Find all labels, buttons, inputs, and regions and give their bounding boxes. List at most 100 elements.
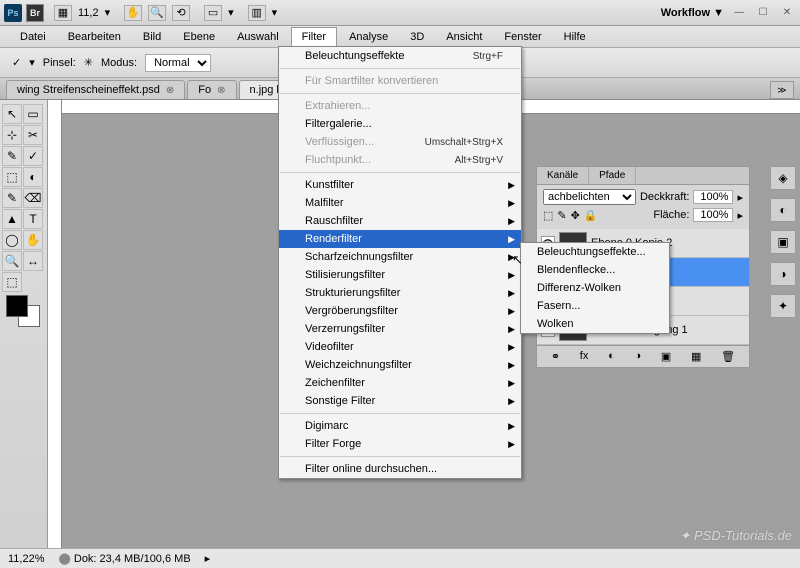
menu-bearbeiten[interactable]: Bearbeiten xyxy=(58,28,131,46)
tool-button[interactable]: ⊹ xyxy=(2,125,22,145)
menu-item-verzerrungsfilter[interactable]: Verzerrungsfilter▶ xyxy=(279,320,521,338)
brush-preset-icon[interactable]: ✳ xyxy=(84,56,93,69)
close-tab-icon[interactable]: ⊗ xyxy=(217,85,225,96)
submenu-item-blendenflecke-[interactable]: Blendenflecke... xyxy=(521,261,669,279)
menu-item-stilisierungsfilter[interactable]: Stilisierungsfilter▶ xyxy=(279,266,521,284)
menu-analyse[interactable]: Analyse xyxy=(339,28,398,46)
color-swatches[interactable] xyxy=(6,295,41,325)
menu-item-kunstfilter[interactable]: Kunstfilter▶ xyxy=(279,176,521,194)
arrange-icon[interactable]: ▥ xyxy=(248,5,266,21)
blend-mode-select[interactable]: Normal xyxy=(145,54,211,72)
link-layers-icon[interactable]: ⚭ xyxy=(551,350,560,363)
tool-button[interactable]: ✂ xyxy=(23,125,43,145)
submenu-item-fasern-[interactable]: Fasern... xyxy=(521,297,669,315)
photoshop-icon[interactable]: Ps xyxy=(4,4,22,22)
tool-button[interactable]: ↖ xyxy=(2,104,22,124)
blend-mode-select[interactable]: achbelichten xyxy=(543,189,636,205)
menu-ansicht[interactable]: Ansicht xyxy=(436,28,492,46)
document-tab[interactable]: wing Streifenscheineffekt.psd⊗ xyxy=(6,80,185,99)
workspace-selector[interactable]: Workflow ▼ xyxy=(661,7,724,19)
dropdown-icon[interactable]: ▾ xyxy=(272,6,278,19)
tool-button[interactable]: ↔ xyxy=(23,251,43,271)
tool-button[interactable]: ◯ xyxy=(2,230,22,250)
close-button[interactable]: ✕ xyxy=(778,6,796,20)
menu-3d[interactable]: 3D xyxy=(400,28,434,46)
group-icon[interactable]: ▣ xyxy=(661,350,671,363)
screen-mode-icon[interactable]: ▭ xyxy=(204,5,222,21)
menu-item-sonstige-filter[interactable]: Sonstige Filter▶ xyxy=(279,392,521,410)
status-arrow-icon[interactable]: ▸ xyxy=(205,552,211,565)
menu-auswahl[interactable]: Auswahl xyxy=(227,28,289,46)
bridge-icon[interactable]: Br xyxy=(26,4,44,22)
menu-item-renderfilter[interactable]: Renderfilter▶ xyxy=(279,230,521,248)
lock-position-icon[interactable]: ✥ xyxy=(571,209,580,222)
menu-ebene[interactable]: Ebene xyxy=(173,28,225,46)
menu-item-beleuchtungseffekte[interactable]: BeleuchtungseffekteStrg+F xyxy=(279,47,521,65)
minimize-button[interactable]: — xyxy=(730,6,748,20)
dropdown-icon[interactable]: ▸ xyxy=(737,191,743,204)
menu-item-filter-online-durchsuchen-[interactable]: Filter online durchsuchen... xyxy=(279,460,521,478)
tool-button[interactable]: 🔍 xyxy=(2,251,22,271)
tab-overflow-button[interactable]: ≫ xyxy=(770,81,794,99)
dock-styles-icon[interactable]: ✦ xyxy=(770,294,796,318)
dropdown-icon[interactable]: ▾ xyxy=(228,6,234,19)
menu-item-malfilter[interactable]: Malfilter▶ xyxy=(279,194,521,212)
tool-button[interactable]: ▭ xyxy=(23,104,43,124)
new-layer-icon[interactable]: ▦ xyxy=(691,350,701,363)
zoom-status[interactable]: 11,22% xyxy=(8,553,45,565)
brush-icon[interactable]: ✓ xyxy=(12,56,21,69)
submenu-item-differenz-wolken[interactable]: Differenz-Wolken xyxy=(521,279,669,297)
tool-button[interactable]: ✎ xyxy=(2,146,22,166)
hand-tool-icon[interactable]: ✋ xyxy=(124,5,142,21)
tool-button[interactable]: ▲ xyxy=(2,209,22,229)
menu-fenster[interactable]: Fenster xyxy=(494,28,551,46)
panel-tab-kanaele[interactable]: Kanäle xyxy=(537,167,589,184)
menu-item-digimarc[interactable]: Digimarc▶ xyxy=(279,417,521,435)
menu-item-rauschfilter[interactable]: Rauschfilter▶ xyxy=(279,212,521,230)
menu-item-videofilter[interactable]: Videofilter▶ xyxy=(279,338,521,356)
tool-button[interactable]: ⬚ xyxy=(2,167,22,187)
tool-button[interactable]: ◐ xyxy=(23,167,43,187)
tool-button[interactable]: ⌫ xyxy=(23,188,43,208)
dropdown-icon[interactable]: ▸ xyxy=(737,209,743,222)
menu-item-scharfzeichnungsfilter[interactable]: Scharfzeichnungsfilter▶ xyxy=(279,248,521,266)
submenu-item-beleuchtungseffekte-[interactable]: Beleuchtungseffekte... xyxy=(521,243,669,261)
dock-history-icon[interactable]: ▣ xyxy=(770,230,796,254)
opacity-value[interactable]: 100% xyxy=(693,190,733,204)
menu-filter[interactable]: Filter xyxy=(291,27,337,46)
menu-item-strukturierungsfilter[interactable]: Strukturierungsfilter▶ xyxy=(279,284,521,302)
menu-hilfe[interactable]: Hilfe xyxy=(554,28,596,46)
zoom-tool-icon[interactable]: 🔍 xyxy=(148,5,166,21)
lock-icon[interactable]: ⬚ xyxy=(543,209,553,222)
delete-layer-icon[interactable]: 🗑 xyxy=(721,350,735,363)
close-tab-icon[interactable]: ⊗ xyxy=(166,85,174,96)
fill-value[interactable]: 100% xyxy=(693,208,733,222)
dock-layers-icon[interactable]: ◈ xyxy=(770,166,796,190)
layer-style-icon[interactable]: fx xyxy=(580,350,589,363)
menu-item-vergr-berungsfilter[interactable]: Vergröberungsfilter▶ xyxy=(279,302,521,320)
tool-button[interactable]: ✓ xyxy=(23,146,43,166)
menu-item-weichzeichnungsfilter[interactable]: Weichzeichnungsfilter▶ xyxy=(279,356,521,374)
layer-mask-icon[interactable]: ◐ xyxy=(608,350,615,363)
submenu-item-wolken[interactable]: Wolken xyxy=(521,315,669,333)
tool-button[interactable]: ✎ xyxy=(2,188,22,208)
document-tab[interactable]: Fo⊗ xyxy=(187,80,236,99)
tool-button[interactable]: ✋ xyxy=(23,230,43,250)
panel-tab-pfade[interactable]: Pfade xyxy=(589,167,636,184)
rotate-view-icon[interactable]: ⟲ xyxy=(172,5,190,21)
dock-adjustments-icon[interactable]: ◐ xyxy=(770,198,796,222)
menu-datei[interactable]: Datei xyxy=(10,28,56,46)
doc-size-status[interactable]: ⬤ Dok: 23,4 MB/100,6 MB xyxy=(59,552,191,565)
lock-all-icon[interactable]: 🔒 xyxy=(584,209,598,222)
zoom-dropdown-icon[interactable]: ▾ xyxy=(105,6,111,19)
maximize-button[interactable]: ☐ xyxy=(754,6,772,20)
layout-icon[interactable]: ▦ xyxy=(54,5,72,21)
menu-bild[interactable]: Bild xyxy=(133,28,171,46)
menu-item-zeichenfilter[interactable]: Zeichenfilter▶ xyxy=(279,374,521,392)
menu-item-filter-forge[interactable]: Filter Forge▶ xyxy=(279,435,521,453)
menu-item-filtergalerie-[interactable]: Filtergalerie... xyxy=(279,115,521,133)
dropdown-icon[interactable]: ▾ xyxy=(29,56,35,69)
tool-button[interactable]: ⬚ xyxy=(2,272,22,292)
dock-swatches-icon[interactable]: ◑ xyxy=(770,262,796,286)
adjustment-layer-icon[interactable]: ◑ xyxy=(634,350,641,363)
